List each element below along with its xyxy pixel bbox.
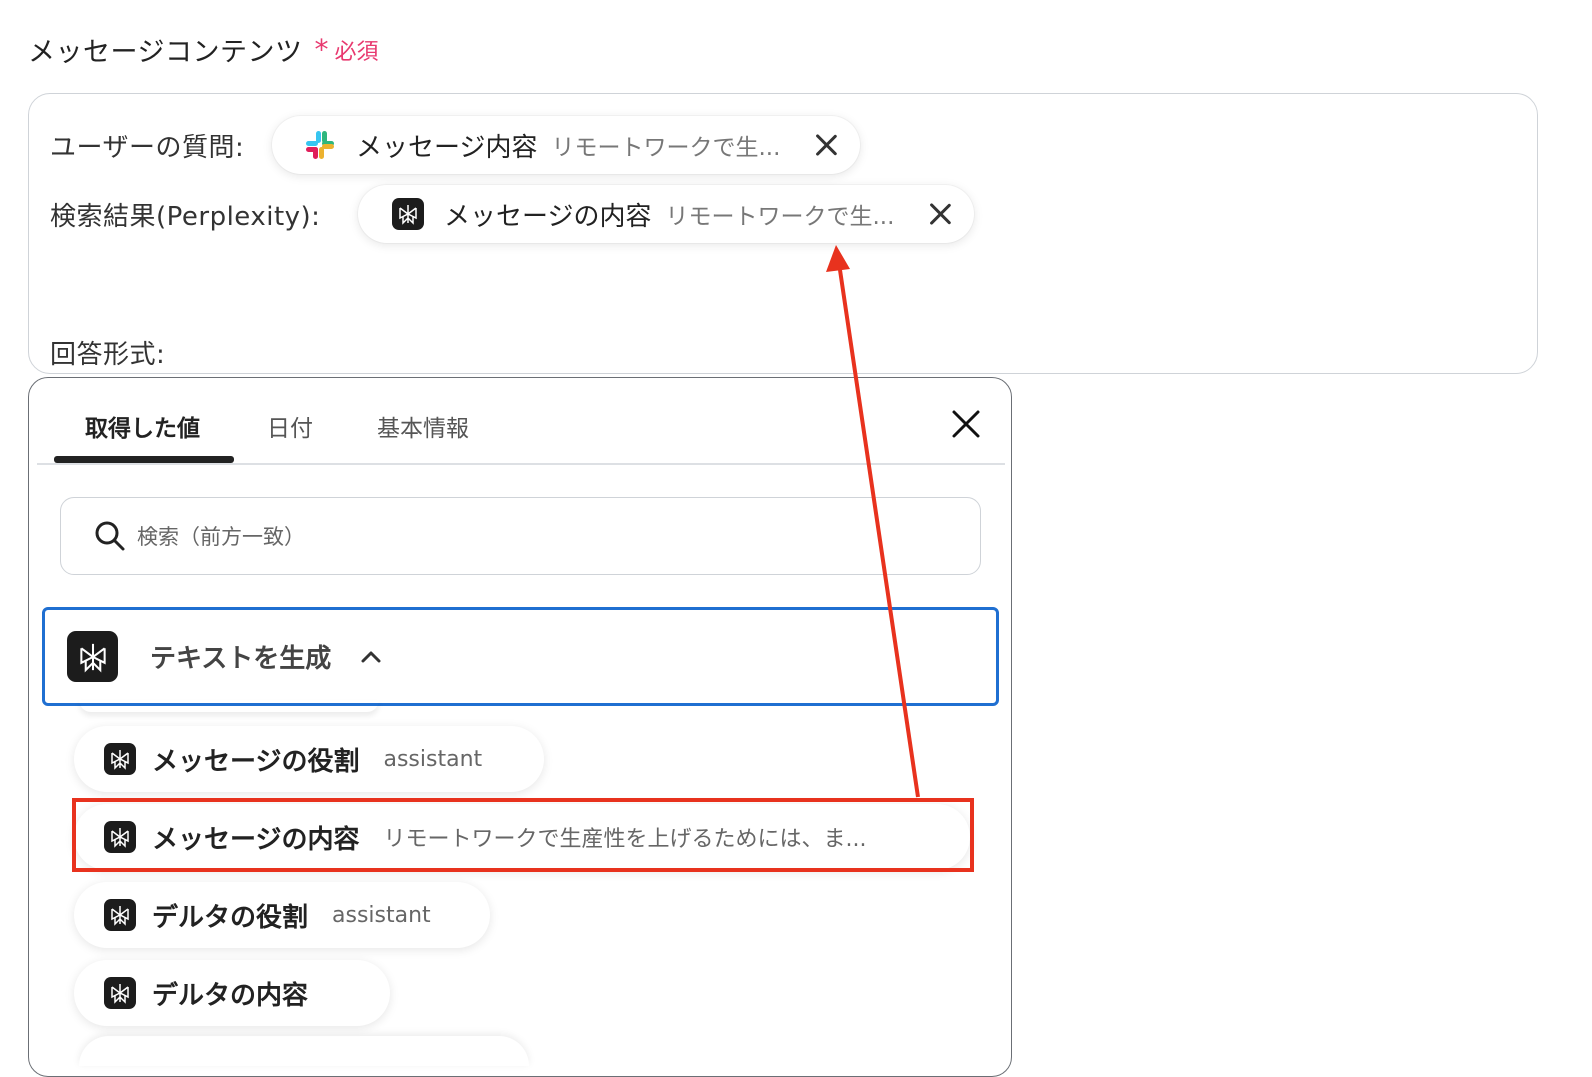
annotation-arrow xyxy=(826,245,920,798)
